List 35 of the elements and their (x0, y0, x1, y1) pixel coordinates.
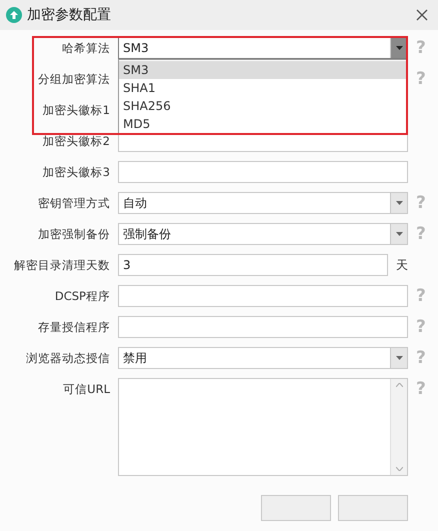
input-field[interactable] (118, 161, 408, 183)
field-label: 加密头徽标3 (42, 164, 110, 181)
field-label: 浏览器动态授信 (25, 350, 110, 367)
field-label: 存量授信程序 (37, 319, 110, 336)
dropdown-option[interactable]: SM3 (119, 61, 407, 79)
select-field[interactable]: 自动 (118, 192, 408, 214)
field-label: 解密目录清理天数 (13, 257, 110, 274)
select-field[interactable]: 禁用 (118, 347, 408, 369)
select-field[interactable]: 强制备份 (118, 223, 408, 245)
field-label: 加密强制备份 (37, 226, 110, 243)
caret-icon (396, 356, 402, 360)
field-label: 分组加密算法 (37, 71, 110, 88)
input-field[interactable] (118, 285, 408, 307)
caret-icon (396, 201, 402, 205)
text-area[interactable] (118, 378, 408, 476)
unit-label: 天 (396, 257, 408, 274)
scrollbar[interactable] (390, 379, 407, 475)
caret-icon (396, 232, 402, 236)
field-label: 哈希算法 (61, 40, 110, 57)
window-title: 加密参数配置 (27, 6, 112, 24)
close-button[interactable] (414, 7, 430, 23)
scroll-up-icon[interactable] (396, 383, 402, 387)
select-field[interactable]: SM3 (118, 37, 408, 59)
field-label: 加密头徽标2 (42, 133, 110, 150)
input-field[interactable] (118, 316, 408, 338)
field-label: 密钥管理方式 (37, 195, 110, 212)
dialog-button[interactable] (261, 495, 331, 521)
app-icon (6, 7, 22, 23)
input-field[interactable]: 3 (118, 254, 388, 276)
field-label: DCSP程序 (54, 288, 110, 305)
caret-icon (396, 46, 402, 50)
field-label: 加密头徽标1 (42, 102, 110, 119)
field-label: 可信URL (62, 381, 110, 398)
dialog-button[interactable] (338, 495, 408, 521)
scroll-down-icon[interactable] (396, 467, 402, 471)
